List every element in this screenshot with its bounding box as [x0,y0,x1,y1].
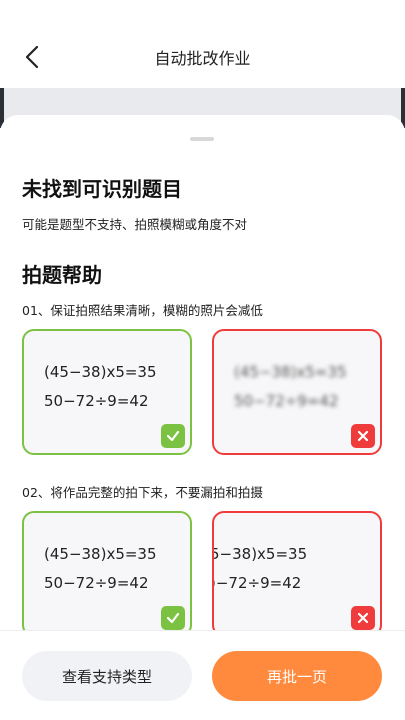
formula-line: )−72÷9=42 [212,574,302,592]
bad-example-card: (45−38)x5=35 50−72÷9=42 [212,329,382,455]
formula-line: 50−72÷9=42 [44,574,149,592]
check-badge [161,424,185,448]
help-title: 拍题帮助 [22,263,102,287]
cross-badge [351,424,375,448]
check-badge [161,606,185,630]
supported-types-button[interactable]: 查看支持类型 [22,651,192,701]
sheet-drag-handle[interactable] [190,137,214,141]
bottom-action-bar: 查看支持类型 再批一页 [0,630,405,720]
tip-text: 01、保证拍照结果清晰，模糊的照片会减低 [22,303,263,318]
close-icon [357,430,369,442]
sheet-title: 未找到可识别题目 [22,177,182,201]
formula-line: 50−72÷9=42 [44,392,149,410]
formula-line: (45−38)x5=35 [234,363,347,381]
sheet-subtitle: 可能是题型不支持、拍照模糊或角度不对 [22,217,248,232]
good-example-card: (45−38)x5=35 50−72÷9=42 [22,511,192,637]
tip-text: 02、将作品完整的拍下来，不要漏拍和拍摄 [22,485,263,500]
check-icon [166,612,180,624]
good-example-card: (45−38)x5=35 50−72÷9=42 [22,329,192,455]
formula-line: 50−72÷9=42 [234,392,339,410]
retry-button[interactable]: 再批一页 [212,651,382,701]
formula-line: (45−38)x5=35 [44,363,157,381]
formula-line: (45−38)x5=35 [44,545,157,563]
close-icon [357,612,369,624]
cross-badge [351,606,375,630]
page-title: 自动批改作业 [154,49,251,68]
check-icon [166,430,180,442]
bad-example-card: 5−38)x5=35 )−72÷9=42 [212,511,382,637]
formula-line: 5−38)x5=35 [212,545,308,563]
